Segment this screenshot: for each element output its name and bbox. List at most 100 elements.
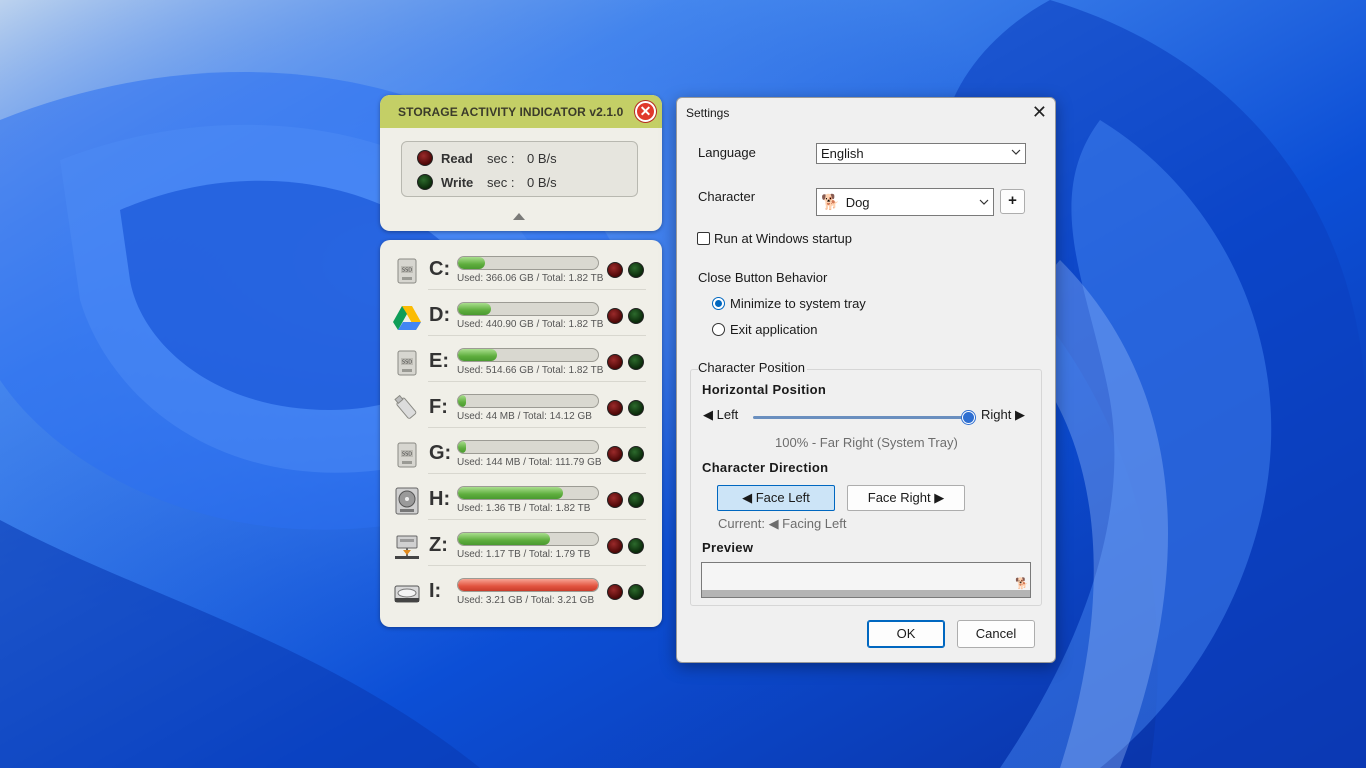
character-preview: 🐕	[701, 562, 1031, 598]
drive-row[interactable]: SSD C: Used: 366.06 GB / Total: 1.82 TB	[380, 244, 662, 290]
drive-row[interactable]: SSD G: Used: 144 MB / Total: 111.79 GB	[380, 428, 662, 474]
network-drive-icon	[392, 532, 422, 562]
ok-button[interactable]: OK	[867, 620, 945, 648]
write-led-icon	[417, 174, 433, 190]
direction-label: Character Direction	[702, 460, 829, 475]
language-select[interactable]: English	[816, 143, 1026, 164]
character-label: Character	[698, 189, 756, 204]
preview-label: Preview	[702, 540, 754, 555]
drive-letter: I:	[429, 580, 442, 602]
close-behavior-label: Close Button Behavior	[698, 270, 828, 285]
horizontal-status: 100% - Far Right (System Tray)	[775, 435, 958, 450]
drive-usage-info: Used: 44 MB / Total: 14.12 GB	[457, 411, 592, 422]
usage-bar-fill	[458, 303, 492, 315]
write-row: Write sec : 0 B/s	[417, 172, 557, 192]
usage-bar	[457, 394, 599, 408]
drive-row[interactable]: SSD E: Used: 514.66 GB / Total: 1.82 TB	[380, 336, 662, 382]
add-character-button[interactable]: +	[1000, 189, 1025, 214]
language-value: English	[821, 146, 864, 161]
slider-right-label: Right ▶	[981, 407, 1025, 422]
usage-bar-fill	[458, 257, 486, 269]
startup-label[interactable]: Run at Windows startup	[714, 231, 852, 246]
read-led-icon	[607, 446, 623, 462]
minimize-option-label[interactable]: Minimize to system tray	[730, 296, 866, 311]
svg-text:SSD: SSD	[402, 360, 412, 366]
drive-usage-info: Used: 144 MB / Total: 111.79 GB	[457, 457, 602, 468]
write-led-icon	[628, 538, 644, 554]
drive-usage-info: Used: 440.90 GB / Total: 1.82 TB	[457, 319, 604, 330]
read-label: Read	[441, 150, 473, 166]
usage-bar-fill	[458, 579, 598, 591]
horizontal-slider-track[interactable]	[753, 416, 971, 419]
widget-title: STORAGE ACTIVITY INDICATOR v2.1.0	[398, 104, 624, 119]
drive-list: SSD C: Used: 366.06 GB / Total: 1.82 TB D: U…	[380, 240, 662, 627]
usage-bar	[457, 486, 599, 500]
drive-usage-info: Used: 3.21 GB / Total: 3.21 GB	[457, 595, 595, 606]
dog-icon: 🐕	[821, 194, 840, 211]
horizontal-slider-thumb[interactable]	[962, 411, 975, 424]
drive-letter: G:	[429, 442, 452, 464]
write-led-icon	[628, 492, 644, 508]
svg-text:SSD: SSD	[402, 452, 412, 458]
drive-usage-info: Used: 1.17 TB / Total: 1.79 TB	[457, 549, 591, 560]
write-label: Write	[441, 174, 474, 190]
drive-letter: E:	[429, 350, 449, 372]
close-icon[interactable]: ✕	[1032, 102, 1047, 123]
write-led-icon	[628, 400, 644, 416]
usage-bar-fill	[458, 349, 497, 361]
cancel-button[interactable]: Cancel	[957, 620, 1035, 648]
read-led-icon	[607, 262, 623, 278]
chevron-down-icon	[979, 199, 989, 205]
preview-ground	[702, 590, 1030, 597]
language-label: Language	[698, 145, 756, 160]
drive-row[interactable]: D: Used: 440.90 GB / Total: 1.82 TB	[380, 290, 662, 336]
exit-option-label[interactable]: Exit application	[730, 322, 817, 337]
dialog-title: Settings	[686, 106, 730, 120]
collapse-arrow-icon[interactable]	[513, 213, 525, 220]
ssd-icon: SSD	[392, 256, 422, 286]
position-group-label: Character Position	[698, 360, 807, 375]
read-led-icon	[607, 538, 623, 554]
horizontal-position-label: Horizontal Position	[702, 382, 827, 397]
drive-letter: Z:	[429, 534, 448, 556]
exit-radio[interactable]	[712, 323, 725, 336]
read-led-icon	[607, 354, 623, 370]
drive-usage-info: Used: 1.36 TB / Total: 1.82 TB	[457, 503, 591, 514]
activity-panel: Read sec : 0 B/s Write sec : 0 B/s	[401, 141, 638, 197]
read-led-icon	[607, 584, 623, 600]
close-icon[interactable]: ✕	[635, 101, 656, 122]
drive-row[interactable]: I: Used: 3.21 GB / Total: 3.21 GB	[380, 566, 662, 612]
settings-dialog: Settings ✕ Language English Character 🐕 …	[676, 97, 1056, 663]
widget-header[interactable]: STORAGE ACTIVITY INDICATOR v2.1.0 ✕	[380, 95, 662, 128]
startup-checkbox[interactable]	[697, 232, 710, 245]
face-left-button[interactable]: ◀ Face Left	[717, 485, 835, 511]
read-led-icon	[417, 150, 433, 166]
usage-bar-fill	[458, 533, 550, 545]
write-led-icon	[628, 584, 644, 600]
drive-row[interactable]: H: Used: 1.36 TB / Total: 1.82 TB	[380, 474, 662, 520]
write-led-icon	[628, 308, 644, 324]
drive-letter: F:	[429, 396, 448, 418]
usage-bar	[457, 440, 599, 454]
drive-letter: C:	[429, 258, 451, 280]
usb-drive-icon	[392, 394, 422, 424]
write-rate: 0 B/s	[527, 174, 557, 190]
minimize-radio[interactable]	[712, 297, 725, 310]
storage-indicator-widget[interactable]: STORAGE ACTIVITY INDICATOR v2.1.0 ✕ Read…	[380, 95, 662, 231]
face-right-button[interactable]: Face Right ▶	[847, 485, 965, 511]
usage-bar-fill	[458, 441, 467, 453]
usage-bar	[457, 578, 599, 592]
ssd-icon: SSD	[392, 440, 422, 470]
google-drive-icon	[392, 302, 422, 332]
current-direction: Current: ◀ Facing Left	[718, 516, 847, 531]
character-select[interactable]: 🐕 Dog	[816, 188, 994, 216]
dog-icon: 🐕	[1015, 578, 1029, 590]
usage-bar-fill	[458, 395, 467, 407]
drive-row[interactable]: F: Used: 44 MB / Total: 14.12 GB	[380, 382, 662, 428]
drive-usage-info: Used: 514.66 GB / Total: 1.82 TB	[457, 365, 604, 376]
drive-letter: D:	[429, 304, 451, 326]
slider-left-label: ◀ Left	[703, 407, 739, 422]
chevron-down-icon	[1011, 149, 1021, 155]
drive-row[interactable]: Z: Used: 1.17 TB / Total: 1.79 TB	[380, 520, 662, 566]
write-led-icon	[628, 446, 644, 462]
